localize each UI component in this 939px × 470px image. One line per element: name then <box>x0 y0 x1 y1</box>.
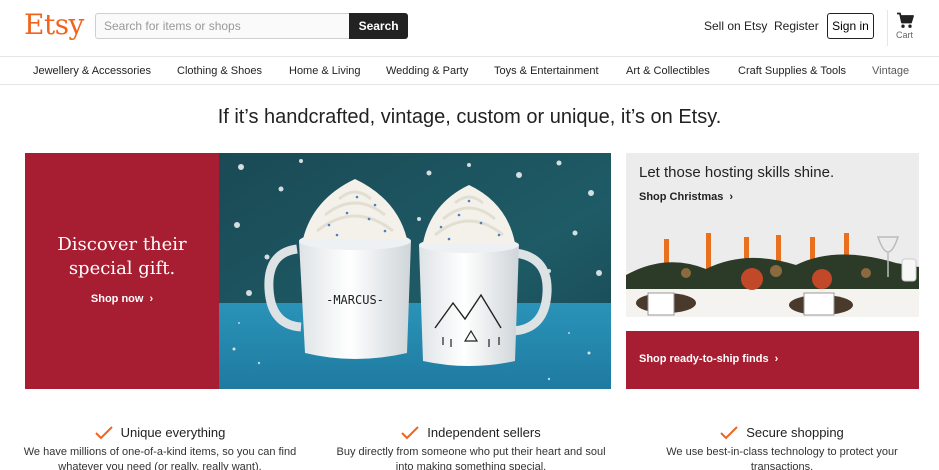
value-prop-title: Unique everything <box>120 425 226 440</box>
checkmark-icon <box>720 425 738 439</box>
value-prop-title: Independent sellers <box>427 425 541 440</box>
register-link[interactable]: Register <box>774 19 819 33</box>
shop-now-label: Shop now <box>90 293 144 305</box>
category-nav: Jewellery & Accessories Clothing & Shoes… <box>0 56 939 85</box>
cart-icon <box>896 12 914 28</box>
category-clothing-shoes[interactable]: Clothing & Shoes <box>177 65 262 77</box>
value-prop-text: We have millions of one-of-a-kind items,… <box>23 446 297 470</box>
hero-title-line1: Discover their <box>57 234 187 255</box>
shop-christmas-link[interactable]: Shop Christmas › <box>639 191 733 203</box>
category-craft-supplies-tools[interactable]: Craft Supplies & Tools <box>738 65 846 77</box>
search-input[interactable] <box>95 13 350 39</box>
page-headline: If it’s handcrafted, vintage, custom or … <box>217 106 722 128</box>
checkmark-icon <box>94 425 113 439</box>
shop-ready-to-ship-link[interactable]: Shop ready-to-ship finds › <box>639 353 778 365</box>
site-header: Etsy Search Sell on Etsy Register Sign i… <box>0 0 939 56</box>
category-home-living[interactable]: Home & Living <box>289 65 361 77</box>
category-jewellery-accessories[interactable]: Jewellery & Accessories <box>33 65 151 77</box>
shop-christmas-label: Shop Christmas <box>639 191 724 203</box>
hero-mugs-image[interactable]: -MARCUS- <box>219 153 611 389</box>
checkmark-icon <box>401 425 419 439</box>
category-art-collectibles[interactable]: Art & Collectibles <box>626 65 710 77</box>
value-prop-text: We use best-in-class technology to prote… <box>666 446 898 470</box>
search-button[interactable]: Search <box>349 13 408 39</box>
chevron-right-icon: › <box>729 191 734 203</box>
shop-now-link[interactable]: Shop now › <box>25 293 219 305</box>
etsy-logo[interactable]: Etsy <box>24 8 84 41</box>
search-bar: Search <box>95 13 408 39</box>
christmas-promo-card[interactable]: Let those hosting skills shine. Shop Chr… <box>626 153 919 317</box>
hero-promo-panel[interactable]: Discover their special gift. Shop now › <box>25 153 219 389</box>
cart-label: Cart <box>895 30 913 40</box>
category-wedding-party[interactable]: Wedding & Party <box>386 65 468 77</box>
shop-ready-to-ship-label: Shop ready-to-ship finds <box>639 353 769 365</box>
value-prop-text: Buy directly from someone who put their … <box>336 446 606 470</box>
category-toys-entertainment[interactable]: Toys & Entertainment <box>494 65 599 77</box>
mug-name-text: -MARCUS- <box>326 293 384 307</box>
value-prop-unique: Unique everything We have millions of on… <box>20 425 300 470</box>
category-vintage[interactable]: Vintage <box>872 65 909 77</box>
value-prop-secure: Secure shopping We use best-in-class tec… <box>642 425 922 470</box>
hero-title-line2: special gift. <box>68 258 176 279</box>
ready-to-ship-card[interactable]: Shop ready-to-ship finds › <box>626 331 919 389</box>
sell-on-etsy-link[interactable]: Sell on Etsy <box>704 19 767 33</box>
christmas-card-title: Let those hosting skills shine. <box>639 164 835 181</box>
cart-button[interactable]: Cart <box>887 10 921 46</box>
mugs-illustration: -MARCUS- <box>219 153 611 389</box>
chevron-right-icon: › <box>149 293 154 305</box>
value-prop-sellers: Independent sellers Buy directly from so… <box>331 425 611 470</box>
sign-in-button[interactable]: Sign in <box>827 13 874 39</box>
chevron-right-icon: › <box>774 353 779 365</box>
hero-title: Discover their special gift. <box>25 233 219 281</box>
value-prop-title: Secure shopping <box>746 425 844 440</box>
